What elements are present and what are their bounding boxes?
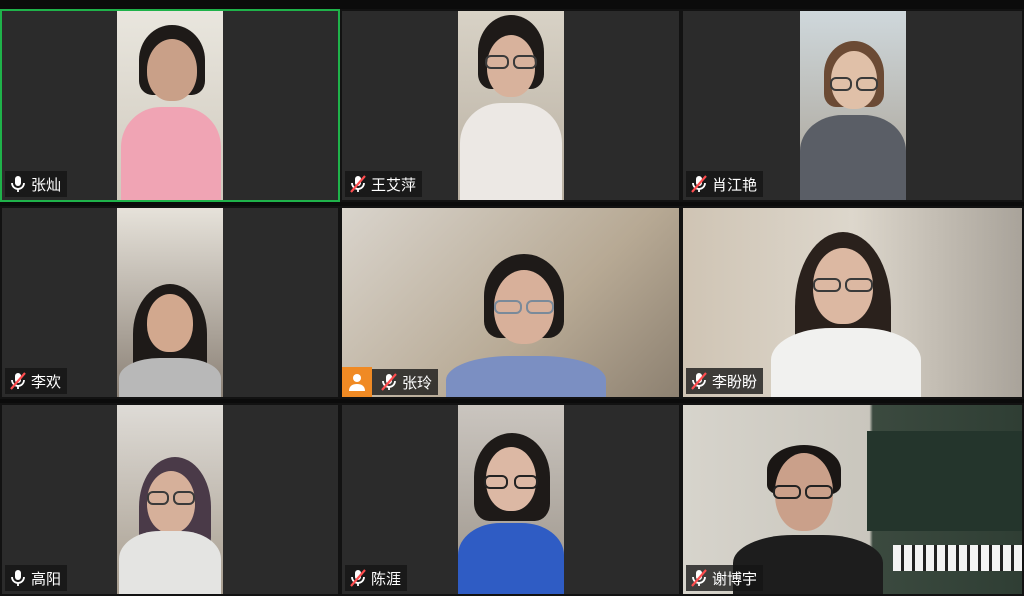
participant-label: 李盼盼 bbox=[686, 368, 764, 394]
participant-video bbox=[457, 11, 564, 200]
participant-name: 陈涯 bbox=[371, 569, 402, 588]
participant-label: 张玲 bbox=[342, 367, 439, 397]
participant-label: 张灿 bbox=[5, 171, 68, 197]
participant-name: 王艾萍 bbox=[371, 175, 417, 194]
piano-keys bbox=[893, 545, 1022, 571]
participant-tile[interactable]: 李盼盼 bbox=[681, 206, 1024, 399]
microphone-muted-icon bbox=[350, 175, 366, 193]
participant-tile[interactable]: 肖江艳 bbox=[681, 9, 1024, 202]
participant-tile[interactable]: 张玲 bbox=[340, 206, 681, 399]
video-grid: 张灿 王艾萍 肖江艳 李欢 张玲 李盼盼 高阳 陈涯 谢博宇 bbox=[0, 9, 1024, 596]
participant-tile[interactable]: 谢博宇 bbox=[681, 403, 1024, 596]
participant-name: 谢博宇 bbox=[712, 569, 758, 588]
microphone-muted-icon bbox=[381, 373, 397, 391]
participant-label: 王艾萍 bbox=[345, 171, 423, 197]
participant-label: 李欢 bbox=[5, 368, 68, 394]
participant-label: 陈涯 bbox=[345, 565, 408, 591]
participant-name: 张玲 bbox=[402, 373, 433, 392]
participant-name: 高阳 bbox=[31, 569, 62, 588]
participant-tile[interactable]: 李欢 bbox=[0, 206, 340, 399]
participant-name: 张灿 bbox=[31, 175, 62, 194]
participant-tile[interactable]: 张灿 bbox=[0, 9, 340, 202]
microphone-muted-icon bbox=[691, 569, 707, 587]
participant-video bbox=[799, 11, 906, 200]
person-icon bbox=[349, 374, 365, 391]
participant-tile[interactable]: 王艾萍 bbox=[340, 9, 681, 202]
participant-label: 高阳 bbox=[5, 565, 68, 591]
participant-video bbox=[457, 405, 564, 594]
microphone-muted-icon bbox=[691, 175, 707, 193]
participant-label: 谢博宇 bbox=[686, 565, 764, 591]
participant-video bbox=[117, 208, 223, 397]
participant-tile[interactable]: 陈涯 bbox=[340, 403, 681, 596]
participant-name: 肖江艳 bbox=[712, 175, 758, 194]
blackboard bbox=[867, 431, 1022, 531]
participant-video bbox=[117, 405, 223, 594]
participant-video bbox=[117, 11, 223, 200]
microphone-muted-icon bbox=[10, 372, 26, 390]
microphone-muted-icon bbox=[691, 372, 707, 390]
participant-label: 肖江艳 bbox=[686, 171, 764, 197]
microphone-icon bbox=[11, 570, 25, 586]
participant-name: 李盼盼 bbox=[712, 372, 758, 391]
avatar bbox=[342, 367, 372, 397]
microphone-icon bbox=[11, 176, 25, 192]
participant-name: 李欢 bbox=[31, 372, 62, 391]
participant-tile[interactable]: 高阳 bbox=[0, 403, 340, 596]
microphone-muted-icon bbox=[350, 569, 366, 587]
